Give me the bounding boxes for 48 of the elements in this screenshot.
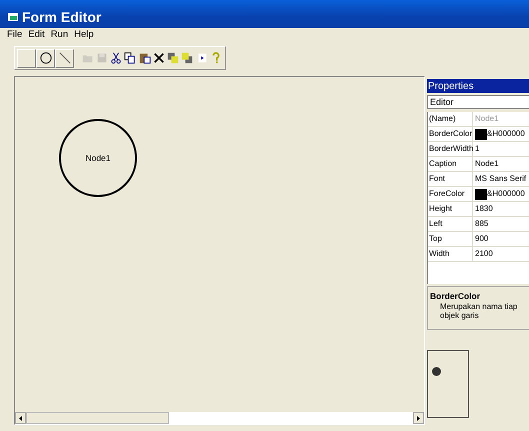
paste-icon <box>138 52 151 64</box>
circle-node[interactable]: Node1 <box>59 119 137 197</box>
property-value[interactable]: 1830 <box>473 203 493 215</box>
bring-front-icon <box>167 52 180 64</box>
delete-icon <box>152 52 165 64</box>
property-value: Node1 <box>474 113 499 125</box>
send-back-icon <box>181 52 194 64</box>
app-icon <box>8 13 18 21</box>
circle-tool-button[interactable] <box>36 48 56 68</box>
line-tool-button[interactable] <box>55 48 74 68</box>
panel-title: Properties <box>427 79 529 93</box>
property-name: Caption <box>428 157 473 171</box>
dot-icon <box>432 367 441 376</box>
property-name: Font <box>428 172 473 186</box>
description-title: BorderColor <box>430 290 482 303</box>
menu-item[interactable]: File <box>4 28 26 42</box>
object-dropdown[interactable]: Editor <box>427 95 529 109</box>
horizontal-scrollbar[interactable] <box>15 412 424 424</box>
property-name: Height <box>428 202 473 216</box>
menu-item[interactable]: Edit <box>25 28 48 42</box>
circle-tool-icon <box>40 52 52 64</box>
property-value[interactable]: &H000000 <box>473 128 525 140</box>
property-value[interactable]: 2100 <box>473 248 493 260</box>
property-value[interactable]: MS Sans Serif <box>473 173 526 185</box>
property-value[interactable]: 1 <box>473 143 480 155</box>
property-name: Top <box>428 232 473 246</box>
property-value[interactable]: 885 <box>473 218 488 230</box>
menu-item[interactable]: Help <box>71 28 97 42</box>
save-icon <box>96 52 108 64</box>
question-icon <box>210 52 222 64</box>
property-value[interactable]: Node1 <box>473 158 499 170</box>
line-tool-icon <box>58 52 71 64</box>
property-name: Width <box>428 247 473 261</box>
property-value[interactable]: &H000000 <box>473 188 525 200</box>
scroll-left-icon <box>19 416 22 420</box>
scroll-right-icon <box>417 416 420 420</box>
property-name: ForeColor <box>428 187 473 201</box>
menu-item[interactable]: Run <box>48 28 72 42</box>
property-name: BorderColor <box>428 127 473 141</box>
scissors-icon <box>110 52 122 64</box>
description-text: Merupakan nama tiap objek garis <box>439 302 518 320</box>
property-name: BorderWidth <box>428 142 473 156</box>
window-title: Form Editor <box>22 8 102 26</box>
play-icon <box>196 52 208 64</box>
property-name: Left <box>428 217 473 231</box>
property-name: (Name) <box>428 112 473 126</box>
copy-icon <box>124 52 136 64</box>
property-value[interactable]: 900 <box>473 233 488 245</box>
